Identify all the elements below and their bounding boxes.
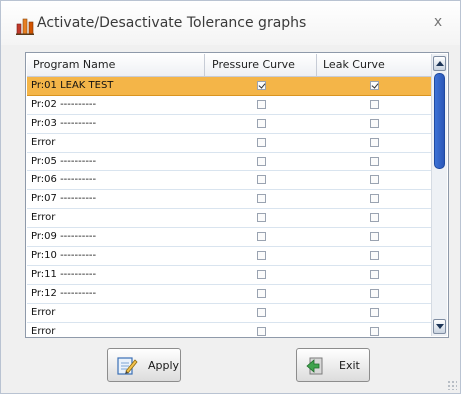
table-row[interactable]: Pr:11 ---------- (27, 266, 431, 285)
table-row[interactable]: Pr:07 ---------- (27, 190, 431, 210)
pressure-curve-checkbox[interactable] (257, 251, 266, 261)
program-name-cell: Pr:01 LEAK TEST (31, 80, 114, 91)
program-name-cell: Error (31, 136, 56, 148)
leak-curve-checkbox[interactable] (370, 99, 379, 109)
pressure-curve-checkbox[interactable] (257, 213, 266, 223)
table-row[interactable]: Pr:02 ---------- (27, 96, 431, 115)
table-row[interactable]: Pr:06 ---------- (27, 171, 431, 191)
table-row[interactable]: Pr:01 LEAK TEST (27, 77, 431, 96)
exit-button-label: Exit (339, 359, 360, 372)
leak-curve-checkbox[interactable] (370, 137, 379, 147)
table-row[interactable]: Pr:03 ---------- (27, 115, 431, 134)
pressure-curve-checkbox[interactable] (257, 118, 266, 128)
leak-curve-checkbox[interactable] (370, 251, 379, 261)
column-header-pressure-curve[interactable]: Pressure Curve (205, 54, 317, 76)
exit-door-icon (305, 356, 327, 376)
leak-curve-checkbox[interactable] (370, 288, 379, 298)
leak-curve-checkbox[interactable] (370, 232, 379, 242)
program-grid: Program Name Pressure Curve Leak Curve P… (27, 54, 431, 336)
program-name-cell: Error (31, 212, 56, 224)
program-name-cell: Pr:10 ---------- (31, 250, 97, 262)
edit-document-icon (116, 356, 138, 376)
title-bar[interactable]: Activate/Desactivate Tolerance graphs x (1, 1, 460, 45)
pressure-curve-checkbox[interactable] (257, 307, 266, 317)
close-button[interactable]: x (430, 13, 446, 31)
leak-curve-checkbox[interactable] (370, 175, 379, 185)
grid-body: Pr:01 LEAK TEST Pr:02 ---------- Pr:03 ---… (27, 77, 431, 336)
table-row[interactable]: Error (27, 304, 431, 323)
program-list-panel: Program Name Pressure Curve Leak Curve P… (25, 52, 449, 338)
table-row[interactable]: Pr:10 ---------- (27, 247, 431, 266)
exit-button[interactable]: Exit (296, 348, 370, 382)
program-name-cell: Pr:02 ---------- (31, 98, 97, 110)
pressure-curve-checkbox[interactable] (257, 99, 266, 109)
leak-curve-checkbox[interactable] (370, 156, 379, 166)
window-title: Activate/Desactivate Tolerance graphs (37, 15, 307, 31)
program-name-cell: Pr:05 ---------- (31, 155, 97, 167)
leak-curve-checkbox[interactable] (370, 194, 379, 204)
program-name-cell: Pr:06 ---------- (31, 174, 97, 186)
program-name-cell: Pr:11 ---------- (31, 268, 97, 280)
scroll-down-button[interactable] (433, 319, 446, 334)
apply-button[interactable]: Apply (107, 348, 181, 382)
program-name-cell: Error (31, 325, 56, 336)
table-row[interactable]: Error (27, 134, 431, 153)
pressure-curve-checkbox[interactable] (257, 175, 266, 185)
leak-curve-checkbox[interactable] (370, 81, 379, 90)
leak-curve-checkbox[interactable] (370, 118, 379, 128)
table-row[interactable]: Error (27, 323, 431, 336)
dialog-window: Activate/Desactivate Tolerance graphs x … (0, 0, 461, 394)
pressure-curve-checkbox[interactable] (257, 269, 266, 279)
table-row[interactable]: Error (27, 209, 431, 229)
table-row[interactable]: Pr:09 ---------- (27, 228, 431, 248)
leak-curve-checkbox[interactable] (370, 307, 379, 317)
column-header-leak-curve[interactable]: Leak Curve (317, 54, 431, 76)
scrollbar-thumb[interactable] (434, 73, 445, 169)
program-name-cell: Pr:07 ---------- (31, 193, 97, 205)
pressure-curve-checkbox[interactable] (257, 81, 266, 90)
program-name-cell: Pr:03 ---------- (31, 117, 97, 129)
apply-button-label: Apply (148, 359, 180, 372)
table-row[interactable]: Pr:12 ---------- (27, 285, 431, 304)
pressure-curve-checkbox[interactable] (257, 326, 266, 336)
vertical-scrollbar[interactable] (431, 54, 447, 336)
pressure-curve-checkbox[interactable] (257, 137, 266, 147)
program-name-cell: Pr:12 ---------- (31, 287, 97, 299)
table-row[interactable]: Pr:05 ---------- (27, 153, 431, 172)
pressure-curve-checkbox[interactable] (257, 194, 266, 204)
program-name-cell: Error (31, 306, 56, 318)
column-header-program-name[interactable]: Program Name (27, 54, 205, 76)
pressure-curve-checkbox[interactable] (257, 232, 266, 242)
pressure-curve-checkbox[interactable] (257, 288, 266, 298)
leak-curve-checkbox[interactable] (370, 213, 379, 223)
scroll-up-button[interactable] (433, 56, 446, 71)
leak-curve-checkbox[interactable] (370, 326, 379, 336)
bar-chart-icon (16, 17, 34, 35)
program-name-cell: Pr:09 ---------- (31, 231, 97, 243)
leak-curve-checkbox[interactable] (370, 269, 379, 279)
pressure-curve-checkbox[interactable] (257, 156, 266, 166)
resize-grip[interactable] (447, 380, 457, 390)
grid-header: Program Name Pressure Curve Leak Curve (27, 54, 431, 77)
